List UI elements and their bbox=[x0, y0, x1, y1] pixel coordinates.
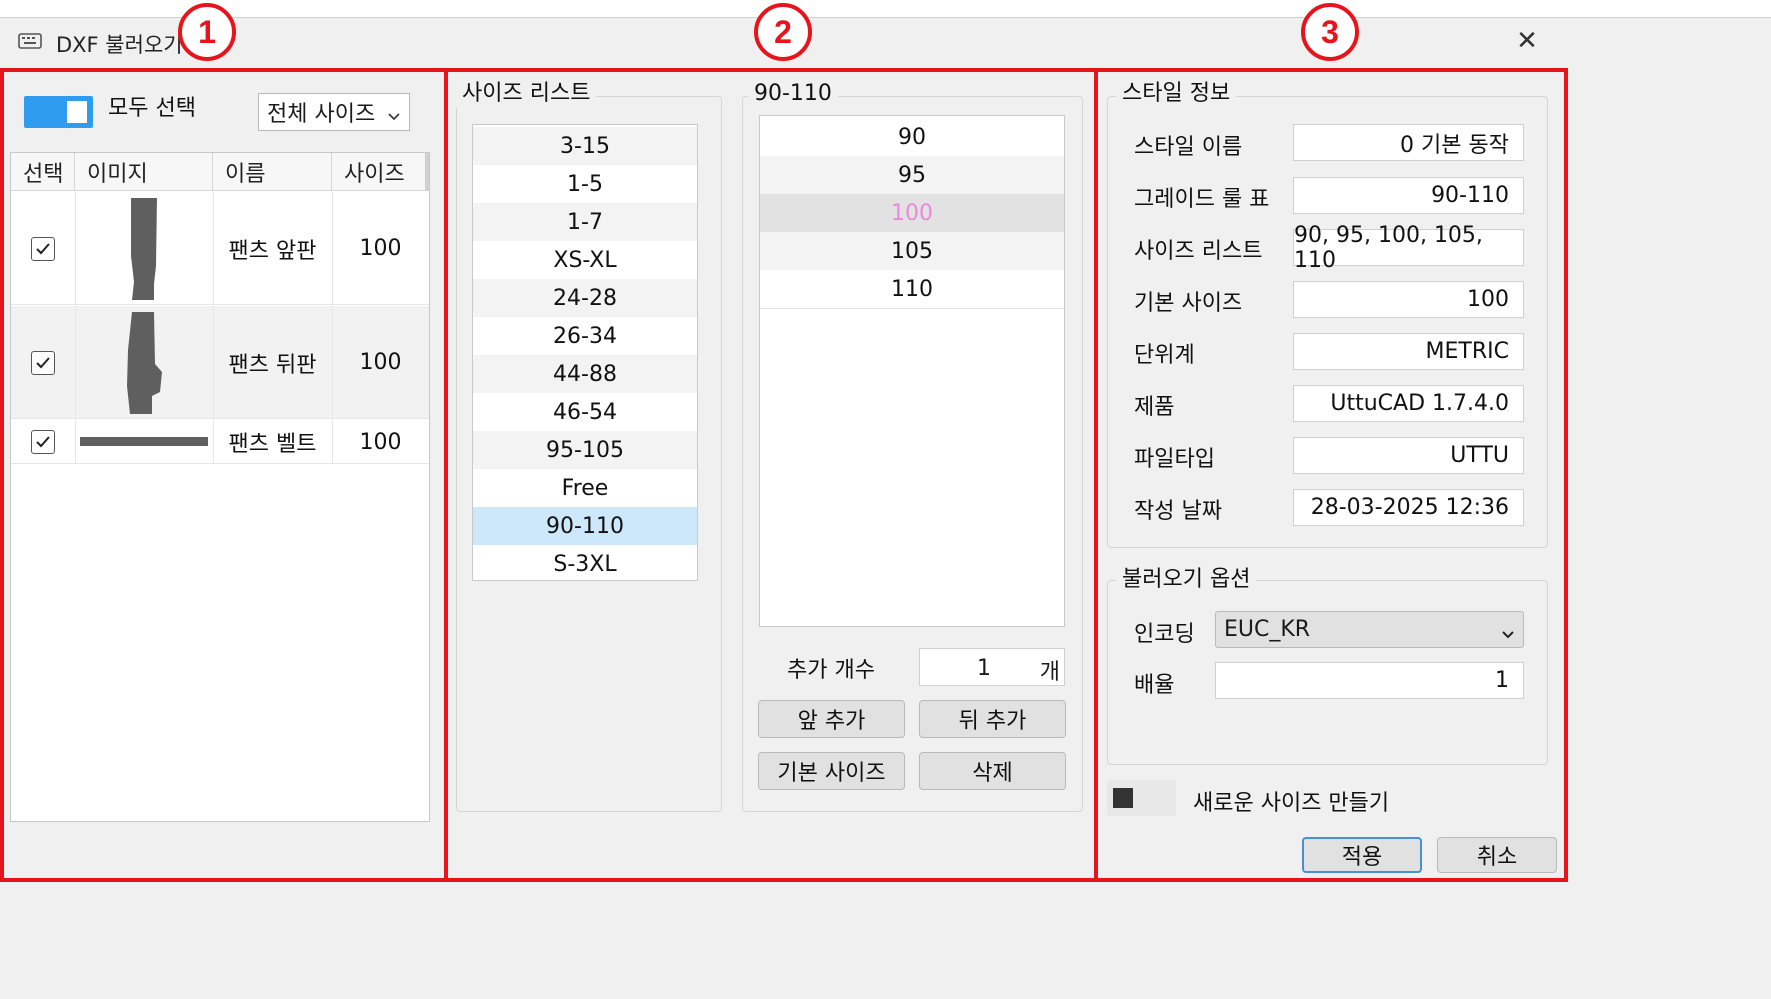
annotation-marker-3: 3 bbox=[1301, 3, 1359, 61]
annotation-region-1 bbox=[0, 68, 448, 882]
close-icon: ✕ bbox=[1516, 26, 1538, 56]
annotation-marker-1: 1 bbox=[178, 3, 236, 61]
annotation-marker-2: 2 bbox=[754, 3, 812, 61]
close-button[interactable]: ✕ bbox=[1508, 22, 1546, 60]
annotation-region-3 bbox=[1094, 68, 1568, 882]
window-title: DXF 불러오기 bbox=[56, 33, 183, 57]
keyboard-icon bbox=[18, 33, 42, 49]
annotation-region-2 bbox=[444, 68, 1098, 882]
